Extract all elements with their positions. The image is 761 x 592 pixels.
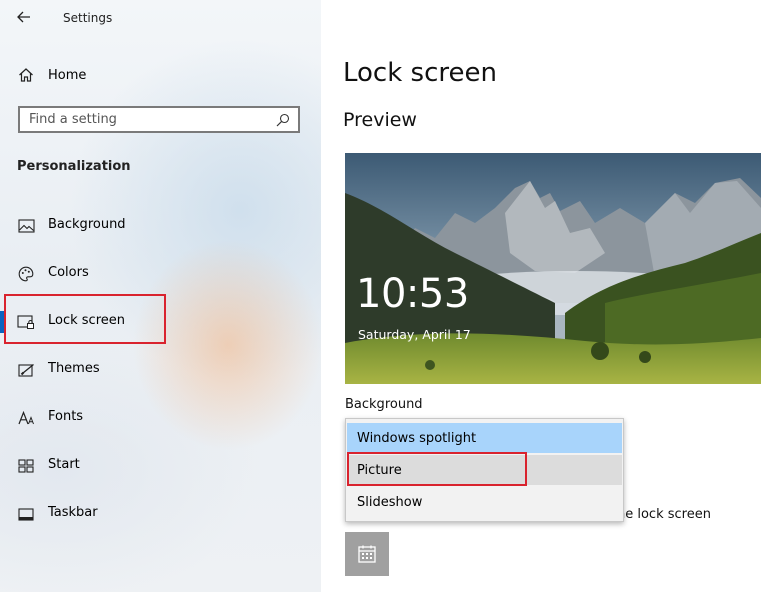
highlight-box-picture	[347, 452, 527, 486]
palette-icon	[17, 266, 35, 282]
mountain-landscape-image	[345, 153, 761, 384]
home-nav[interactable]: Home	[18, 65, 86, 85]
start-grid-icon	[17, 458, 35, 474]
sidebar-item-label: Colors	[48, 265, 89, 280]
highlight-box-lock-screen	[4, 294, 166, 344]
section-title: Personalization	[17, 159, 131, 174]
sidebar-item-colors[interactable]: Colors	[0, 254, 321, 294]
sidebar-item-label: Themes	[48, 361, 100, 376]
sidebar: Settings Home Personalization Background	[0, 0, 321, 592]
lock-clock: 10:53	[356, 271, 469, 317]
lock-date: Saturday, April 17	[358, 327, 471, 342]
page-title: Lock screen	[343, 58, 497, 88]
sidebar-item-label: Start	[48, 457, 80, 472]
lock-screen-preview: 10:53 Saturday, April 17	[345, 153, 761, 384]
sidebar-item-background[interactable]: Background	[0, 206, 321, 246]
sidebar-item-label: Taskbar	[48, 505, 98, 520]
back-arrow-icon	[17, 11, 30, 23]
sidebar-item-taskbar[interactable]: Taskbar	[0, 494, 321, 534]
search-input[interactable]	[29, 112, 276, 127]
calendar-icon	[358, 545, 376, 563]
fonts-icon	[17, 410, 35, 426]
sidebar-item-fonts[interactable]: Fonts	[0, 398, 321, 438]
background-label: Background	[345, 397, 423, 412]
picture-icon	[17, 218, 35, 234]
main-content: Lock screen Preview 10:53 Saturday, Apri…	[321, 0, 761, 592]
back-button[interactable]	[11, 5, 37, 29]
partially-hidden-label: he lock screen	[617, 507, 711, 522]
sidebar-item-label: Fonts	[48, 409, 84, 424]
calendar-app-button[interactable]	[345, 532, 389, 576]
home-icon	[19, 68, 33, 82]
home-label: Home	[48, 67, 87, 83]
sidebar-item-label: Background	[48, 217, 126, 232]
taskbar-icon	[17, 506, 35, 522]
sidebar-item-start[interactable]: Start	[0, 446, 321, 486]
preview-heading: Preview	[343, 109, 417, 131]
search-icon[interactable]	[276, 113, 290, 127]
option-slideshow[interactable]: Slideshow	[347, 487, 622, 517]
search-box[interactable]	[18, 106, 300, 133]
sidebar-item-themes[interactable]: Themes	[0, 350, 321, 390]
option-windows-spotlight[interactable]: Windows spotlight	[347, 423, 622, 453]
app-title: Settings	[63, 11, 113, 25]
themes-icon	[17, 362, 35, 378]
